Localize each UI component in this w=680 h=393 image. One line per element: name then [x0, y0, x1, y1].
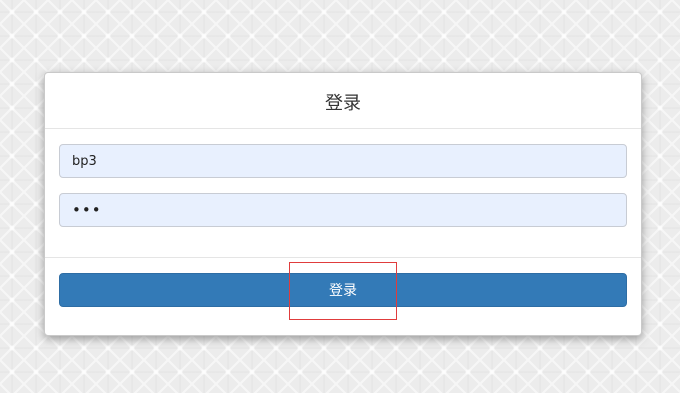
login-dialog: 登录 登录 — [44, 72, 642, 336]
dialog-header: 登录 — [45, 73, 641, 129]
login-button[interactable]: 登录 — [59, 273, 627, 307]
dialog-title: 登录 — [325, 92, 361, 114]
dialog-body — [45, 129, 641, 258]
username-input[interactable] — [59, 144, 627, 178]
password-input[interactable] — [59, 193, 627, 227]
dialog-footer: 登录 — [45, 258, 641, 335]
